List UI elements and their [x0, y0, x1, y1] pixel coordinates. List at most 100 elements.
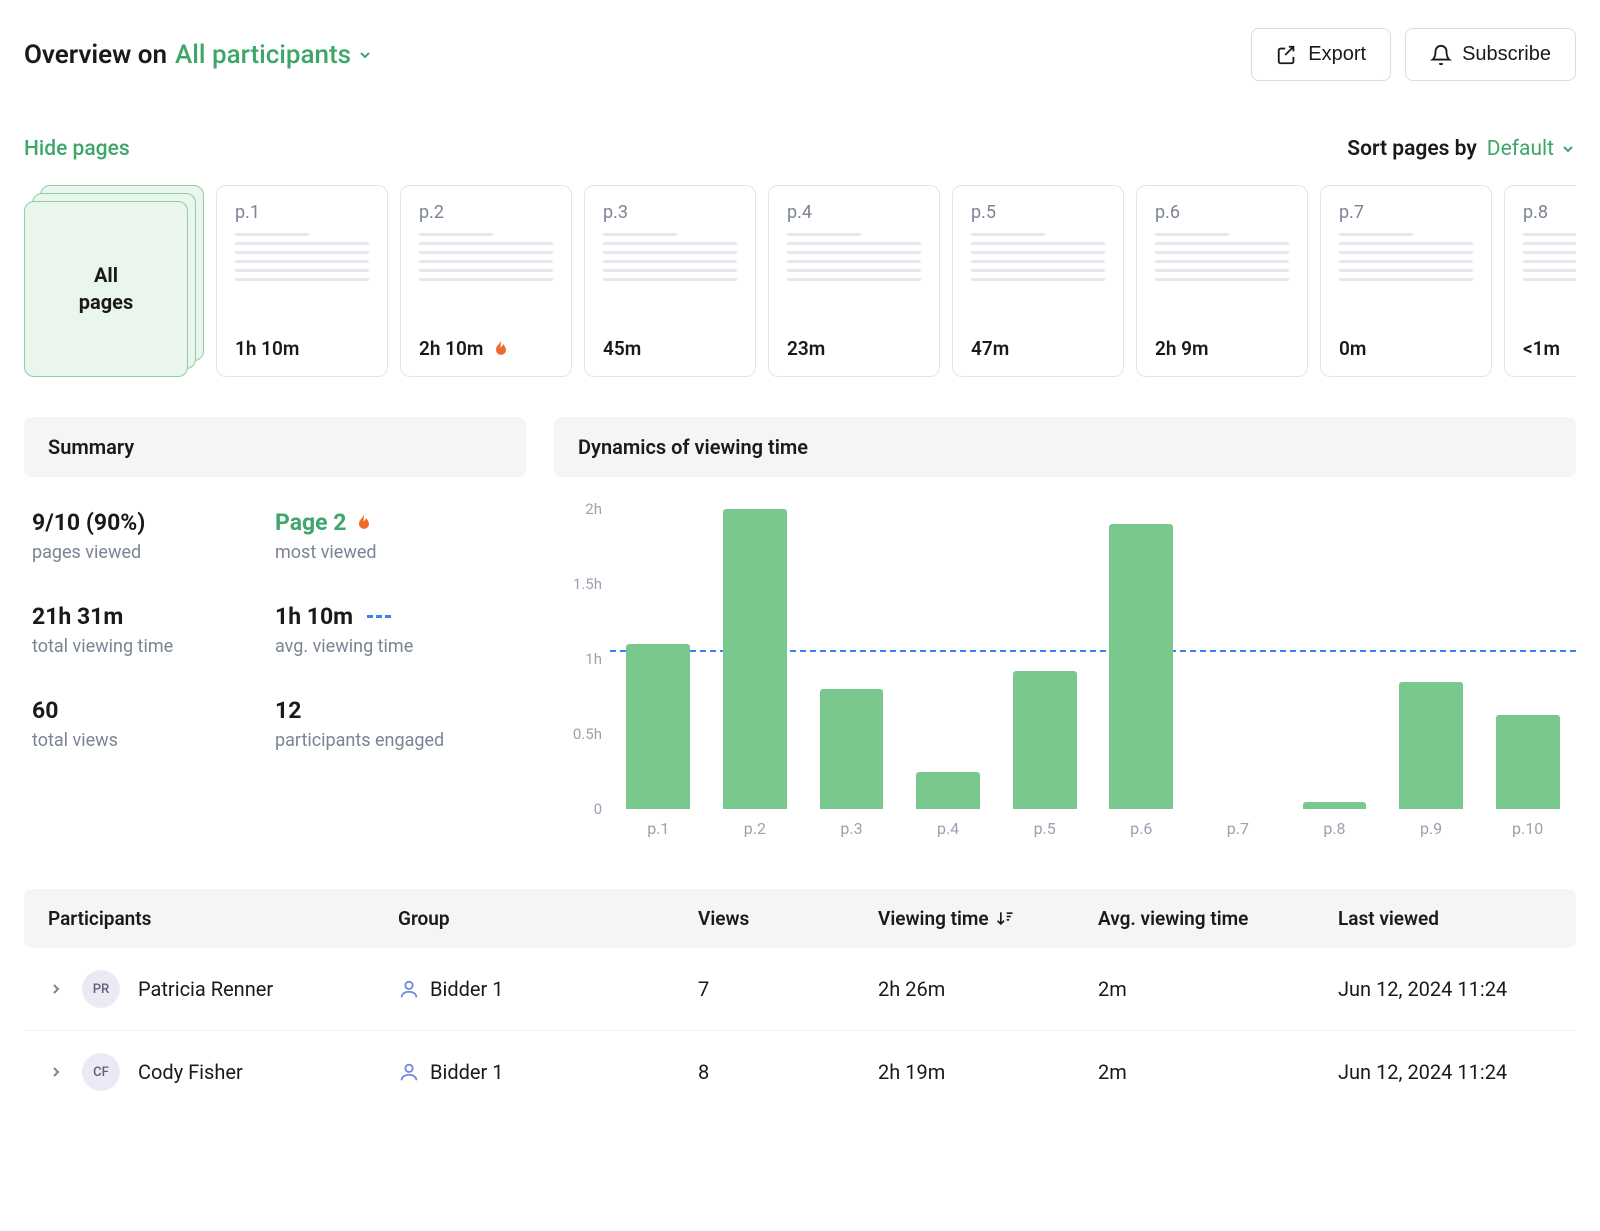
expand-row-toggle[interactable]	[48, 981, 64, 997]
viewing-time-cell: 2h 26m	[878, 977, 1098, 1001]
col-participants[interactable]: Participants	[48, 907, 398, 930]
sort-desc-icon	[995, 909, 1015, 929]
participants-table-header: Participants Group Views Viewing time Av…	[24, 889, 1576, 948]
summary-stats: 9/10 (90%) pages viewed Page 2 most view…	[24, 509, 526, 751]
page-time: <1m	[1523, 337, 1576, 360]
stat-total-views: 60 total views	[32, 697, 275, 751]
overview-on-label: Overview on	[24, 40, 167, 70]
page-card[interactable]: p.8 <1m	[1504, 185, 1576, 377]
page-number-label: p.6	[1155, 202, 1289, 223]
user-icon	[398, 1061, 420, 1083]
views-cell: 8	[698, 1060, 878, 1084]
page-card[interactable]: p.2 2h 10m	[400, 185, 572, 377]
x-tick: p.8	[1286, 819, 1383, 838]
page-time: 1h 10m	[235, 337, 369, 360]
chart-bar	[1190, 509, 1287, 809]
participants-dropdown[interactable]: All participants	[175, 40, 373, 70]
stat-most-viewed: Page 2 most viewed	[275, 509, 518, 563]
x-tick: p.9	[1383, 819, 1480, 838]
stat-value: 21h 31m	[32, 603, 123, 630]
col-last-viewed[interactable]: Last viewed	[1338, 907, 1552, 930]
x-tick: p.7	[1190, 819, 1287, 838]
stat-value: 60	[32, 697, 58, 724]
export-icon	[1276, 44, 1298, 66]
stat-pages-viewed: 9/10 (90%) pages viewed	[32, 509, 275, 563]
stat-label: total viewing time	[32, 636, 275, 657]
summary-header: Summary	[24, 417, 526, 477]
chart-bar	[996, 509, 1093, 809]
y-tick: 1.5h	[573, 575, 602, 593]
page-number-label: p.2	[419, 202, 553, 223]
page-card[interactable]: p.547m	[952, 185, 1124, 377]
subscribe-button[interactable]: Subscribe	[1405, 28, 1576, 81]
views-cell: 7	[698, 977, 878, 1001]
page-number-label: p.7	[1339, 202, 1473, 223]
group-cell: Bidder 1	[398, 1060, 698, 1084]
chevron-right-icon	[48, 981, 64, 997]
page-time: 0m	[1339, 337, 1473, 360]
participant-name: Cody Fisher	[138, 1060, 243, 1084]
x-tick: p.5	[996, 819, 1093, 838]
bell-icon	[1430, 44, 1452, 66]
chevron-right-icon	[48, 1064, 64, 1080]
all-pages-label: All pages	[79, 262, 133, 316]
avatar: PR	[82, 970, 120, 1008]
page-time: 45m	[603, 337, 737, 360]
dynamics-chart: 2h1.5h1h0.5h0 p.1p.2p.3p.4p.5p.6p.7p.8p.…	[554, 509, 1576, 849]
subscribe-label: Subscribe	[1462, 43, 1551, 66]
export-button[interactable]: Export	[1251, 28, 1391, 81]
x-tick: p.6	[1093, 819, 1190, 838]
page-number-label: p.8	[1523, 202, 1576, 223]
stat-value: 1h 10m	[275, 603, 391, 630]
avg-line-legend	[367, 615, 391, 618]
chart-bar	[900, 509, 997, 809]
page-card[interactable]: p.7 0m	[1320, 185, 1492, 377]
page-card[interactable]: p.11h 10m	[216, 185, 388, 377]
chart-bar	[610, 509, 707, 809]
stat-label: most viewed	[275, 542, 518, 563]
stat-label: pages viewed	[32, 542, 275, 563]
y-tick: 2h	[585, 500, 602, 518]
avg-time-cell: 2m	[1098, 1060, 1338, 1084]
x-tick: p.2	[707, 819, 804, 838]
col-group[interactable]: Group	[398, 907, 698, 930]
avg-time-cell: 2m	[1098, 977, 1338, 1001]
last-viewed-cell: Jun 12, 2024 11:24	[1338, 1060, 1552, 1084]
user-icon	[398, 978, 420, 1000]
chevron-down-icon	[357, 47, 373, 63]
group-cell: Bidder 1	[398, 977, 698, 1001]
x-tick: p.4	[900, 819, 997, 838]
col-views[interactable]: Views	[698, 907, 878, 930]
page-card[interactable]: p.4 23m	[768, 185, 940, 377]
x-tick: p.3	[803, 819, 900, 838]
page-number-label: p.3	[603, 202, 737, 223]
page-card[interactable]: p.62h 9m	[1136, 185, 1308, 377]
participants-dropdown-value: All participants	[175, 40, 351, 70]
flame-icon	[491, 339, 511, 359]
page-number-label: p.4	[787, 202, 921, 223]
sort-pages-dropdown[interactable]: Default	[1487, 137, 1576, 161]
sort-value-text: Default	[1487, 137, 1554, 161]
table-row: CFCody FisherBidder 182h 19m2mJun 12, 20…	[24, 1030, 1576, 1113]
stat-total-time: 21h 31m total viewing time	[32, 603, 275, 657]
page-time: 23m	[787, 337, 921, 360]
last-viewed-cell: Jun 12, 2024 11:24	[1338, 977, 1552, 1001]
page-number-label: p.5	[971, 202, 1105, 223]
col-avg-viewing-time[interactable]: Avg. viewing time	[1098, 907, 1338, 930]
sort-pages-label: Sort pages by	[1347, 137, 1477, 161]
participant-name: Patricia Renner	[138, 977, 273, 1001]
all-pages-card[interactable]: All pages	[24, 185, 204, 377]
hide-pages-toggle[interactable]: Hide pages	[24, 137, 130, 161]
y-tick: 0.5h	[573, 725, 602, 743]
chevron-down-icon	[1560, 141, 1576, 157]
participants-table-body: PRPatricia RennerBidder 172h 26m2mJun 12…	[24, 948, 1576, 1113]
chart-bar	[1479, 509, 1576, 809]
expand-row-toggle[interactable]	[48, 1064, 64, 1080]
col-viewing-time[interactable]: Viewing time	[878, 907, 1098, 930]
flame-icon	[354, 513, 374, 533]
page-time: 2h 10m	[419, 337, 553, 360]
viewing-time-cell: 2h 19m	[878, 1060, 1098, 1084]
stat-value: 9/10 (90%)	[32, 509, 145, 536]
table-row: PR Patricia Renner Bidder 172h 26m2mJun 12…	[24, 948, 1576, 1030]
page-card[interactable]: p.3 45m	[584, 185, 756, 377]
